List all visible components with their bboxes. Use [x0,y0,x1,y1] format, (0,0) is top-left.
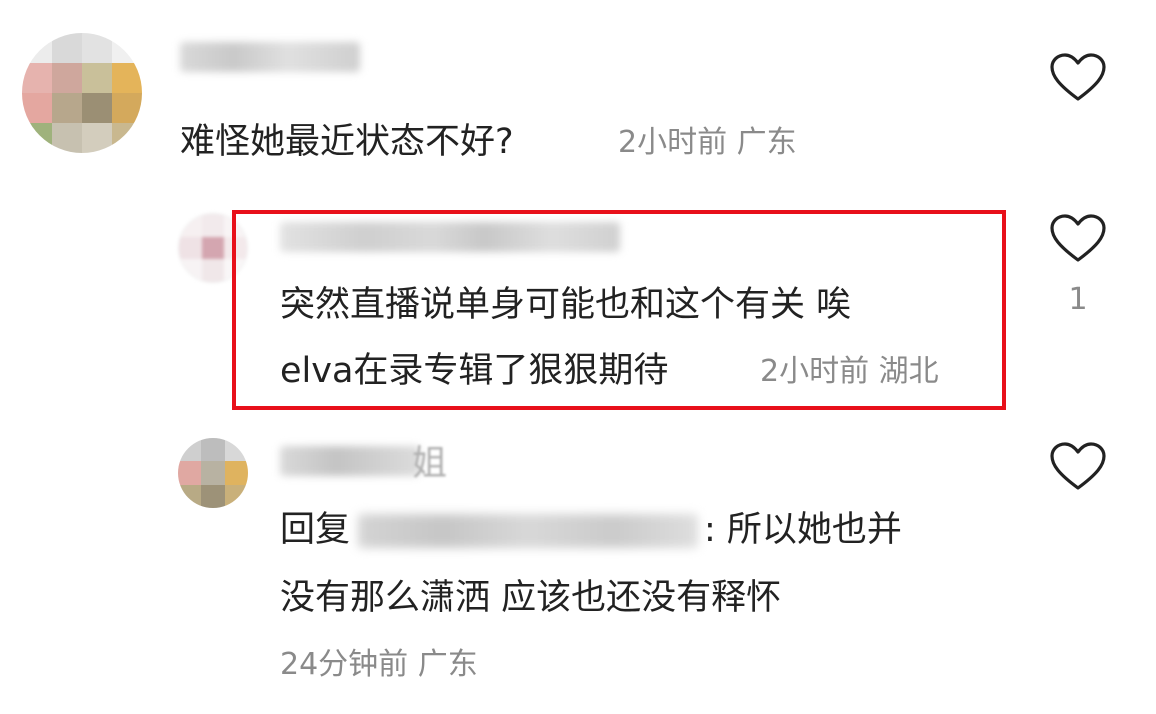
avatar[interactable] [22,33,142,153]
comment-text-line1: 回复 : 所以她也并 [280,510,902,550]
username-blurred[interactable] [280,446,420,476]
highlight-box [232,210,1006,410]
reply-prefix: 回复 [280,510,351,550]
replied-username-blurred[interactable] [358,514,699,548]
heart-icon[interactable] [1049,442,1107,492]
heart-icon[interactable] [1049,53,1107,103]
comment-text-line1-suffix: : 所以她也并 [704,510,902,550]
avatar[interactable] [178,438,248,508]
like-count: 1 [1068,282,1088,317]
comment-text: 难怪她最近状态不好? [180,122,514,162]
comment-meta: 2小时前 广东 [618,125,797,160]
comment-meta: 24分钟前 广东 [280,647,478,682]
username-visible-char: 姐 [412,444,448,484]
username-blurred[interactable] [180,42,360,72]
comment-text-line2: 没有那么潇洒 应该也还没有释怀 [280,578,782,618]
heart-icon[interactable] [1049,214,1107,264]
